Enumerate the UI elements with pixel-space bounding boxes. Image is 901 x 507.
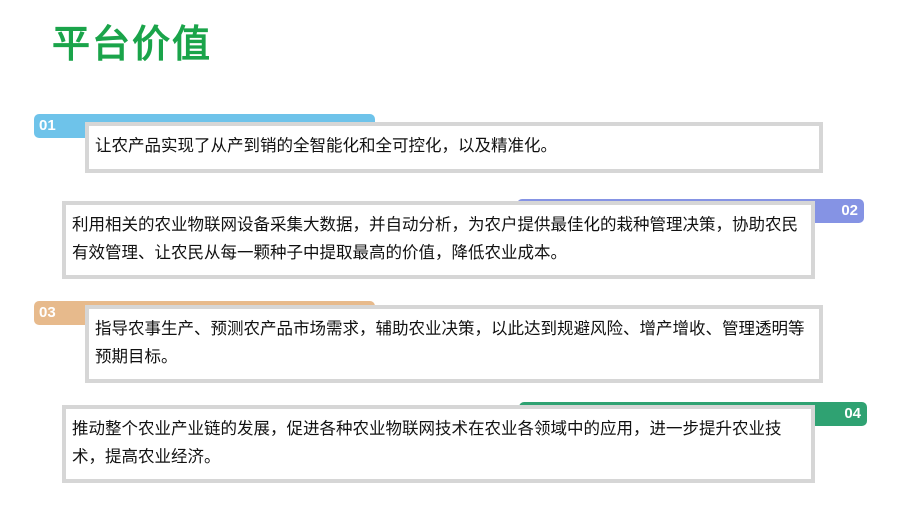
item-03-text-card: 指导农事生产、预测农产品市场需求，辅助农业决策，以此达到规避风险、增产增收、管理… xyxy=(85,305,823,383)
item-04-text-card: 推动整个农业产业链的发展，促进各种农业物联网技术在农业各领域中的应用，进一步提升… xyxy=(62,405,815,483)
item-02-text-card: 利用相关的农业物联网设备采集大数据，并自动分析，为农户提供最佳化的栽种管理决策，… xyxy=(62,201,815,279)
item-01-text-card: 让农产品实现了从产到销的全智能化和全可控化，以及精准化。 xyxy=(85,122,823,173)
page-title: 平台价值 xyxy=(52,22,213,66)
